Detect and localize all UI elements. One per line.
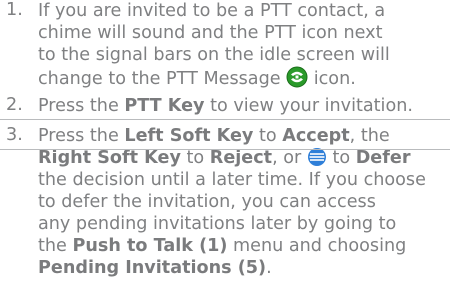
menu-name: Push to Talk (1) — [72, 236, 228, 256]
step-text: change to the PTT Message — [38, 69, 281, 89]
instruction-page: 1. If you are invited to be a PTT contac… — [0, 0, 450, 300]
navigation-key-icon — [307, 147, 327, 167]
action-name: Reject — [209, 148, 273, 168]
step-number: 2. — [6, 95, 23, 115]
key-name: Right Soft Key — [38, 148, 181, 168]
key-name: Left Soft Key — [124, 126, 254, 146]
action-name: Defer — [355, 148, 411, 168]
step-number: 3. — [6, 125, 23, 145]
step-2: 2. Press the PTT Key to view your invita… — [0, 95, 450, 117]
step-text: menu and choosing — [233, 236, 407, 256]
step-text-line: Right Soft Key to Reject, or to Defer — [38, 147, 450, 169]
step-text-line: chime will sound and the PTT icon next — [38, 23, 383, 43]
step-text-line: change to the PTT Message icon. — [38, 66, 450, 89]
step-text-line: to the signal bars on the idle screen wi… — [38, 45, 390, 65]
step-text: to — [332, 148, 351, 168]
step-divider — [0, 149, 450, 150]
step-text: to — [186, 148, 205, 168]
step-divider — [0, 119, 450, 120]
steps-list: 1. If you are invited to be a PTT contac… — [0, 0, 450, 279]
step-text-line: Pending Invitations (5). — [38, 257, 450, 279]
step-text-line: If you are invited to be a PTT contact, … — [38, 1, 386, 21]
step-number: 1. — [6, 0, 23, 20]
step-text: icon. — [313, 69, 356, 89]
step-text: the — [38, 236, 67, 256]
step-text-line: Press the Left Soft Key to Accept, the — [38, 125, 450, 147]
action-name: Accept — [282, 126, 350, 146]
step-text-line: the Push to Talk (1) menu and choosing — [38, 235, 450, 257]
step-text: , or — [272, 148, 302, 168]
step-text-line: to defer the invitation, you can access — [38, 192, 376, 212]
ptt-message-icon — [286, 66, 308, 88]
step-text: , the — [349, 126, 390, 146]
menu-name: Pending Invitations (5) — [38, 258, 267, 278]
key-name: PTT Key — [124, 96, 205, 116]
step-1: 1. If you are invited to be a PTT contac… — [0, 0, 450, 89]
step-text: to — [258, 126, 277, 146]
step-text: Press the — [38, 126, 119, 146]
step-text-line: the decision until a later time. If you … — [38, 170, 426, 190]
step-text: . — [266, 258, 272, 278]
step-text-line: Press the PTT Key to view your invitatio… — [38, 95, 450, 117]
step-text: to view your invitation. — [210, 96, 413, 116]
step-text-line: any pending invitations later by going t… — [38, 214, 397, 234]
step-text: Press the — [38, 96, 119, 116]
